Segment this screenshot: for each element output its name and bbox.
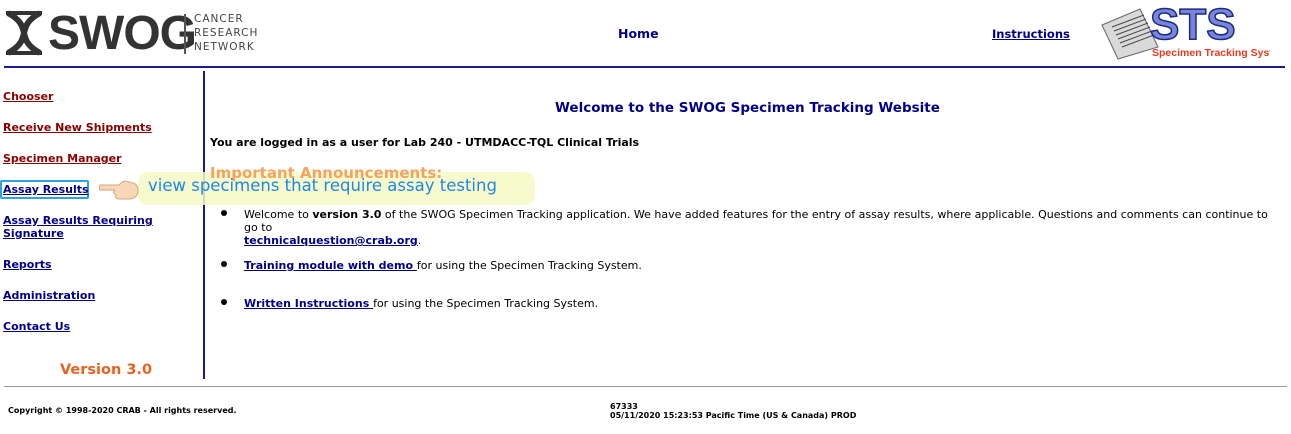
announcement-text: .	[417, 234, 422, 247]
instructions-link[interactable]: Instructions	[992, 27, 1070, 41]
sidebar-item-assay-results-requiring-signature[interactable]: Assay Results Requiring Signature	[3, 214, 183, 240]
footer-divider	[4, 386, 1287, 387]
sidebar-item-receive-new-shipments[interactable]: Receive New Shipments	[3, 121, 152, 134]
logo-sub-line: CANCER	[194, 13, 244, 25]
sidebar-item-chooser[interactable]: Chooser	[3, 90, 53, 103]
announcement-text: for using the Specimen Tracking System.	[416, 259, 642, 272]
sidebar-item-specimen-manager[interactable]: Specimen Manager	[3, 152, 122, 165]
logo-sub-line: NETWORK	[194, 41, 255, 53]
sidebar-item-assay-results[interactable]: Assay Results	[3, 183, 89, 196]
announcement-text: of the SWOG Specimen Tracking applicatio…	[244, 208, 1268, 234]
written-instructions-link[interactable]: Written Instructions	[244, 297, 373, 310]
bullet-icon	[221, 299, 227, 305]
pointing-hand-icon	[98, 175, 139, 201]
footer-timestamp: 05/11/2020 15:23:53 Pacific Time (US & C…	[610, 411, 857, 420]
bullet-icon	[221, 210, 227, 216]
logo-divider	[184, 14, 186, 54]
copyright: Copyright © 1998-2020 CRAB - All rights …	[8, 406, 237, 415]
announcement-item: Welcome to version 3.0 of the SWOG Speci…	[244, 208, 1284, 247]
training-module-link[interactable]: Training module with demo	[244, 259, 417, 272]
version-label: Version 3.0	[60, 362, 153, 378]
sidebar-item-reports[interactable]: Reports	[3, 258, 52, 271]
swog-dna-icon	[4, 9, 44, 57]
sidebar-item-contact-us[interactable]: Contact Us	[3, 320, 70, 333]
announcement-version: version 3.0	[312, 208, 382, 221]
announcement-item: Training module with demo for using the …	[244, 259, 1284, 272]
footer-info: 67333 05/11/2020 15:23:53 Pacific Time (…	[610, 402, 856, 420]
announcement-text: for using the Specimen Tracking System.	[373, 297, 599, 310]
sidebar-divider	[203, 71, 205, 379]
logo-sub-line: RESEARCH	[194, 27, 259, 39]
announcement-item: Written Instructions for using the Speci…	[244, 297, 1284, 310]
sts-logo: STS Specimen Tracking System	[1100, 0, 1288, 61]
home-link[interactable]: Home	[618, 26, 659, 41]
sts-logo-text: STS	[1150, 3, 1236, 49]
announcement-text: Welcome to	[244, 208, 313, 221]
sidebar-item-administration[interactable]: Administration	[3, 289, 95, 302]
logo-subtitle: CANCER RESEARCH NETWORK	[194, 12, 258, 54]
footer-code: 67333	[610, 402, 638, 411]
page-title: Welcome to the SWOG Specimen Tracking We…	[555, 100, 940, 116]
technical-question-email-link[interactable]: technicalquestion@crab.org	[244, 234, 418, 247]
bullet-icon	[221, 261, 227, 267]
sts-logo-subtitle: Specimen Tracking System	[1152, 47, 1270, 59]
header-divider	[4, 66, 1285, 68]
logged-in-status: You are logged in as a user for Lab 240 …	[210, 136, 640, 149]
swog-logo-text: SWOG	[48, 7, 197, 60]
announcements-heading: Important Announcements:	[210, 164, 443, 182]
